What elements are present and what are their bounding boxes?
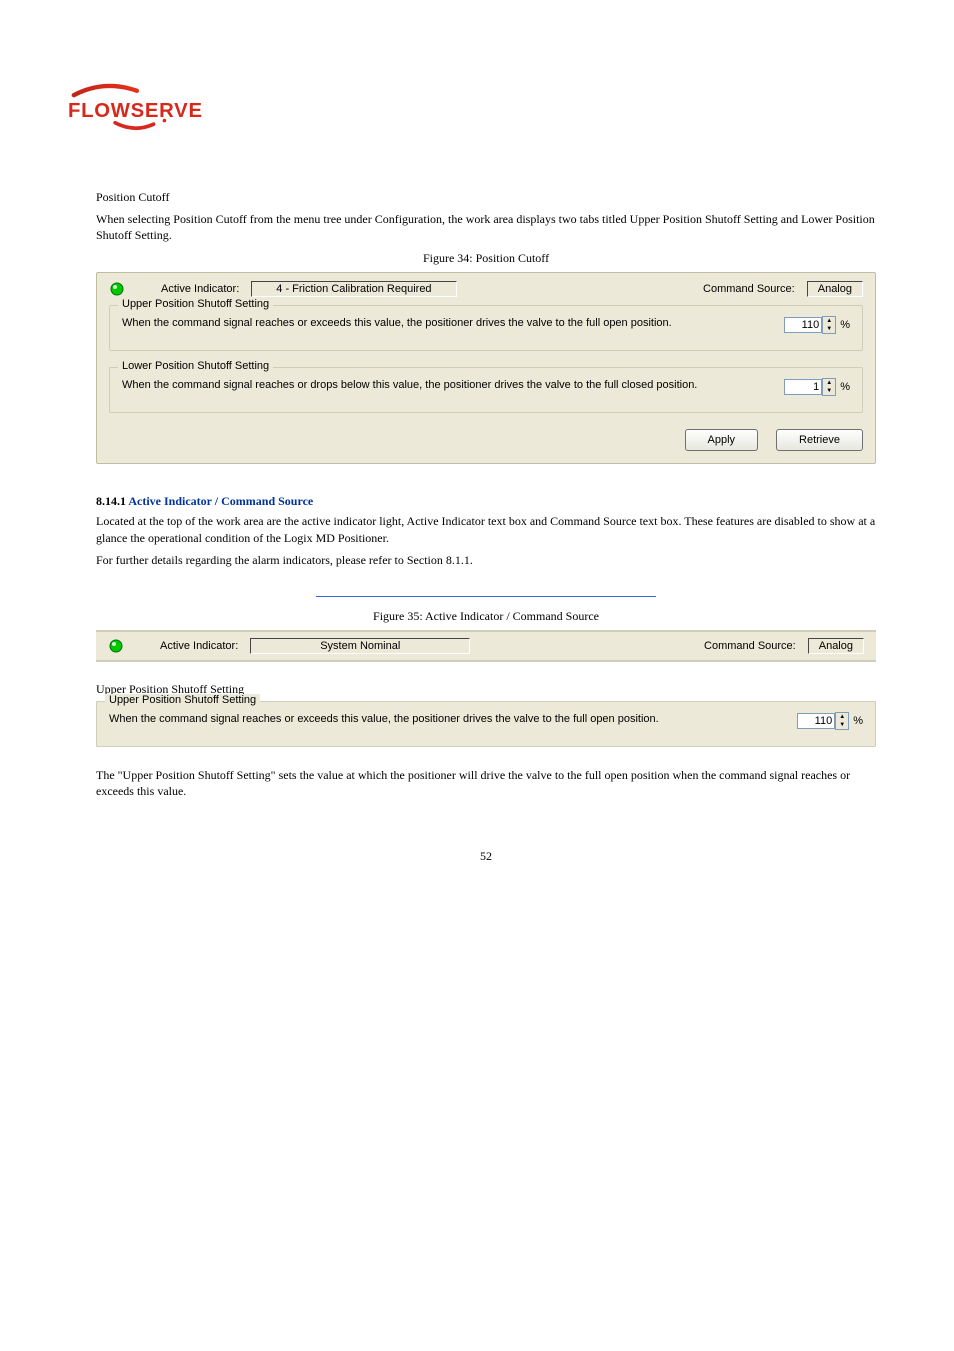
spin-down-icon[interactable]: ▼ xyxy=(823,387,835,395)
status-bar-panel: Active Indicator: System Nominal Command… xyxy=(96,630,876,662)
page-header: FLOWSERVE xyxy=(68,80,904,140)
heading-number: 8.14.1 xyxy=(96,494,126,508)
active-indicator-label: Active Indicator: xyxy=(160,640,238,652)
figure35-caption: Figure 35: Active Indicator / Command So… xyxy=(68,609,904,624)
figure34-caption: Figure 34: Position Cutoff xyxy=(68,251,904,266)
spin-up-icon[interactable]: ▲ xyxy=(823,379,835,387)
upper-shutoff-legend: Upper Position Shutoff Setting xyxy=(118,298,273,310)
active-indicator-light-icon xyxy=(108,638,124,654)
upper-shutoff-text-2: When the command signal reaches or excee… xyxy=(109,712,777,727)
active-indicator-value: 4 - Friction Calibration Required xyxy=(251,281,456,297)
lower-shutoff-legend: Lower Position Shutoff Setting xyxy=(118,360,273,372)
command-source-label: Command Source: xyxy=(703,283,795,295)
apply-button[interactable]: Apply xyxy=(685,429,759,451)
svg-text:FLOWSERVE: FLOWSERVE xyxy=(68,100,203,122)
lower-shutoff-fieldset: Lower Position Shutoff Setting When the … xyxy=(109,367,863,413)
active-indicator-value: System Nominal xyxy=(250,638,470,654)
section-b-text2: For further details regarding the alarm … xyxy=(96,552,876,568)
lower-shutoff-unit: % xyxy=(840,381,850,393)
upper-shutoff-text: When the command signal reaches or excee… xyxy=(122,316,764,331)
active-indicator-label: Active Indicator: xyxy=(161,283,239,295)
upper-shutoff-unit: % xyxy=(840,319,850,331)
section-title-position-cutoff: Position Cutoff xyxy=(96,190,904,205)
command-source-label: Command Source: xyxy=(704,640,796,652)
upper-shutoff-input[interactable] xyxy=(784,317,822,333)
command-source-value: Analog xyxy=(808,638,864,654)
section-b-text1: Located at the top of the work area are … xyxy=(96,513,876,545)
spin-down-icon[interactable]: ▼ xyxy=(836,721,848,729)
upper-shutoff-input-2[interactable] xyxy=(797,713,835,729)
upper-shutoff-standalone-panel: Upper Position Shutoff Setting When the … xyxy=(96,701,876,747)
page-number: 52 xyxy=(68,849,904,864)
position-cutoff-panel: Active Indicator: 4 - Friction Calibrati… xyxy=(96,272,876,464)
section-text-position-cutoff: When selecting Position Cutoff from the … xyxy=(96,211,876,243)
spin-up-icon[interactable]: ▲ xyxy=(836,713,848,721)
section-8-14-1-heading: 8.14.1 Active Indicator / Command Source xyxy=(96,494,904,509)
upper-shutoff-legend-2: Upper Position Shutoff Setting xyxy=(105,694,260,706)
lower-shutoff-stepper[interactable]: ▲ ▼ % xyxy=(784,378,850,396)
active-indicator-light-icon xyxy=(109,281,125,297)
spin-down-icon[interactable]: ▼ xyxy=(823,325,835,333)
upper-shutoff-unit-2: % xyxy=(853,715,863,727)
status-row: Active Indicator: 4 - Friction Calibrati… xyxy=(109,281,863,297)
flowserve-logo: FLOWSERVE xyxy=(68,80,213,135)
retrieve-button[interactable]: Retrieve xyxy=(776,429,863,451)
upper-shutoff-stepper-2[interactable]: ▲ ▼ % xyxy=(797,712,863,730)
upper-shutoff-description: The "Upper Position Shutoff Setting" set… xyxy=(96,767,876,799)
command-source-value: Analog xyxy=(807,281,863,297)
blue-underline xyxy=(316,596,656,597)
lower-shutoff-text: When the command signal reaches or drops… xyxy=(122,378,764,393)
upper-shutoff-fieldset-2: Upper Position Shutoff Setting When the … xyxy=(96,701,876,747)
upper-shutoff-stepper[interactable]: ▲ ▼ % xyxy=(784,316,850,334)
heading-title: Active Indicator / Command Source xyxy=(128,494,313,508)
upper-shutoff-fieldset: Upper Position Shutoff Setting When the … xyxy=(109,305,863,351)
lower-shutoff-input[interactable] xyxy=(784,379,822,395)
spin-up-icon[interactable]: ▲ xyxy=(823,317,835,325)
